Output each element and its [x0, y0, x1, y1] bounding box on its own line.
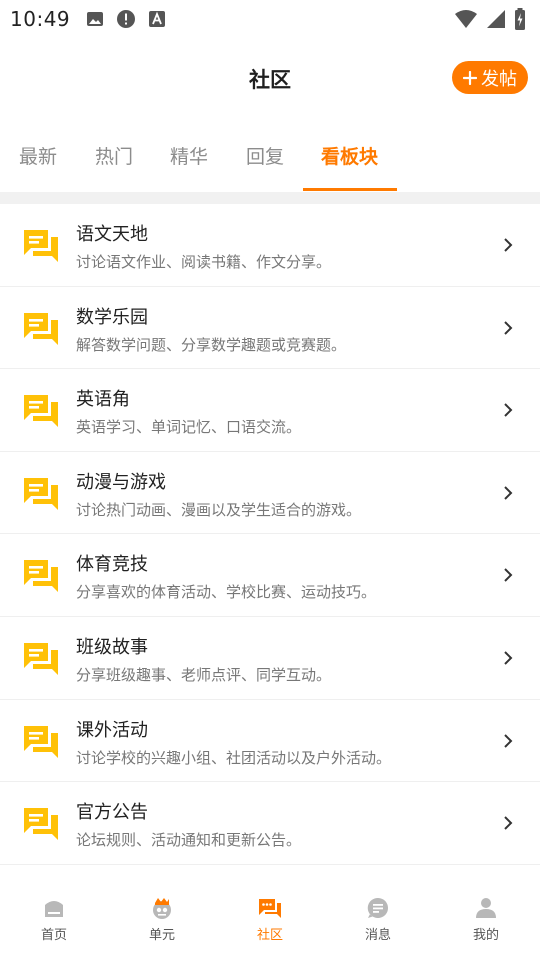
board-item-anime-games[interactable]: 动漫与游戏 讨论热门动画、漫画以及学生适合的游戏。 — [0, 452, 540, 535]
board-name: 体育竞技 — [76, 554, 148, 576]
board-name: 语文天地 — [76, 224, 148, 245]
home-icon — [45, 901, 63, 917]
chat-bubbles-icon — [24, 312, 58, 345]
tab-boards[interactable]: 看板块 — [321, 142, 378, 169]
section-divider — [0, 192, 540, 204]
chevron-right-icon — [504, 568, 513, 583]
chat-bubbles-icon — [24, 560, 58, 593]
tab-bar: 最新 热门 精华 回复 看板块 — [0, 120, 540, 192]
chevron-right-icon — [504, 733, 513, 748]
message-icon — [367, 897, 388, 918]
chat-bubbles-icon — [24, 477, 58, 510]
board-list: 语文天地 讨论语文作业、阅读书籍、作文分享。 数学乐园 解答数学问题、分享数学趣… — [0, 204, 540, 865]
chat-bubbles-icon — [24, 230, 58, 262]
nav-label: 消息 — [364, 928, 391, 943]
board-description: 分享班级趣事、老师点评、同学互动。 — [76, 665, 332, 684]
nav-community[interactable]: 社区 — [216, 880, 324, 960]
nav-profile[interactable]: 我的 — [432, 880, 540, 960]
board-name: 课外活动 — [76, 719, 148, 741]
board-description: 讨论学校的兴趣小组、社团活动以及户外活动。 — [76, 748, 392, 767]
nav-home[interactable]: 首页 — [0, 880, 108, 960]
keyboard-a-icon — [149, 11, 166, 27]
status-time: 10:49 — [10, 7, 71, 31]
chevron-right-icon — [504, 403, 513, 417]
profile-icon — [476, 898, 496, 918]
nav-label: 首页 — [40, 928, 67, 943]
chat-bubbles-icon — [24, 808, 58, 841]
nav-label: 单元 — [148, 928, 175, 943]
nav-label: 社区 — [256, 928, 283, 943]
nav-label: 我的 — [472, 928, 499, 943]
tab-featured[interactable]: 精华 — [170, 142, 208, 169]
board-name: 数学乐园 — [76, 306, 148, 328]
board-item-english[interactable]: 英语角 英语学习、单词记忆、口语交流。 — [0, 369, 540, 452]
nav-unit[interactable]: 单元 — [108, 880, 216, 960]
board-item-announcements[interactable]: 官方公告 论坛规则、活动通知和更新公告。 — [0, 782, 540, 865]
chevron-right-icon — [504, 486, 513, 500]
signal-icon — [487, 10, 505, 28]
bottom-nav: 首页 单元 社区 消息 我的 — [0, 880, 540, 960]
board-description: 解答数学问题、分享数学趣题或竞赛题。 — [76, 335, 347, 354]
chevron-right-icon — [504, 320, 513, 335]
tab-replies[interactable]: 回复 — [246, 142, 284, 169]
unit-icon — [153, 898, 171, 919]
board-name: 官方公告 — [76, 802, 148, 824]
wifi-icon — [455, 10, 477, 28]
board-name: 英语角 — [76, 389, 130, 411]
board-name: 动漫与游戏 — [76, 471, 166, 493]
battery-icon — [515, 8, 525, 30]
chevron-right-icon — [504, 651, 513, 665]
board-item-math[interactable]: 数学乐园 解答数学问题、分享数学趣题或竞赛题。 — [0, 287, 540, 370]
tab-hot[interactable]: 热门 — [95, 142, 133, 169]
header: 社区 发帖 — [0, 38, 540, 120]
board-item-sports[interactable]: 体育竞技 分享喜欢的体育活动、学校比赛、运动技巧。 — [0, 534, 540, 617]
tab-latest[interactable]: 最新 — [19, 142, 57, 169]
board-description: 论坛规则、活动通知和更新公告。 — [76, 831, 302, 850]
chevron-right-icon — [504, 238, 513, 252]
chat-bubbles-icon — [24, 725, 58, 758]
board-item-class-stories[interactable]: 班级故事 分享班级趣事、老师点评、同学互动。 — [0, 617, 540, 700]
chat-bubbles-icon — [24, 395, 58, 428]
board-description: 英语学习、单词记忆、口语交流。 — [76, 418, 302, 437]
board-item-chinese[interactable]: 语文天地 讨论语文作业、阅读书籍、作文分享。 — [0, 204, 540, 287]
post-button-label: 发帖 — [481, 68, 517, 90]
community-icon — [259, 899, 281, 918]
nav-messages[interactable]: 消息 — [324, 880, 432, 960]
alert-icon — [117, 10, 136, 28]
status-bar: 10:49 — [0, 0, 540, 38]
tab-indicator — [303, 188, 397, 191]
board-description: 分享喜欢的体育活动、学校比赛、运动技巧。 — [76, 583, 377, 602]
board-item-extracurricular[interactable]: 课外活动 讨论学校的兴趣小组、社团活动以及户外活动。 — [0, 700, 540, 783]
board-description: 讨论热门动画、漫画以及学生适合的游戏。 — [76, 500, 362, 519]
chat-bubbles-icon — [24, 642, 58, 675]
plus-icon — [463, 70, 477, 85]
board-name: 班级故事 — [76, 636, 148, 658]
gallery-icon — [87, 12, 104, 26]
chevron-right-icon — [504, 816, 513, 830]
board-description: 讨论语文作业、阅读书籍、作文分享。 — [76, 253, 332, 271]
post-button[interactable]: 发帖 — [452, 61, 528, 94]
